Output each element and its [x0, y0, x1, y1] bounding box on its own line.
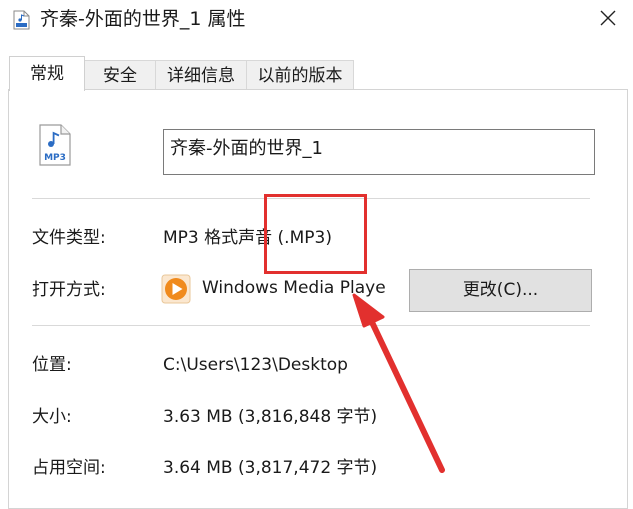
file-name-field[interactable] [163, 129, 595, 175]
opens-with-app: Windows Media Playe [202, 278, 386, 298]
file-type-badge: MP3 [44, 153, 66, 163]
windows-media-player-icon [161, 274, 191, 304]
location-label: 位置: [32, 355, 72, 375]
size-value: 3.63 MB (3,816,848 字节) [163, 407, 378, 427]
tab-general[interactable]: 常规 [9, 56, 85, 91]
tab-details[interactable]: 详细信息 [155, 60, 247, 90]
properties-window: 齐秦-外面的世界_1 属性 常规 安全 详细信息 以前的版本 MP3 文件类型:… [0, 0, 633, 509]
size-label: 大小: [32, 407, 72, 427]
tab-previous-versions[interactable]: 以前的版本 [246, 60, 354, 90]
tab-security[interactable]: 安全 [84, 60, 156, 90]
tab-strip: 常规 安全 详细信息 以前的版本 [0, 56, 633, 91]
size-on-disk-label: 占用空间: [32, 458, 106, 478]
window-title: 齐秦-外面的世界_1 属性 [40, 8, 246, 30]
location-value: C:\Users\123\Desktop [163, 355, 348, 375]
mp3-file-icon [13, 10, 30, 30]
change-button[interactable]: 更改(C)... [409, 269, 592, 312]
size-on-disk-value: 3.64 MB (3,817,472 字节) [163, 458, 378, 478]
annotation-highlight-box [264, 194, 367, 274]
divider [32, 325, 590, 326]
title-bar: 齐秦-外面的世界_1 属性 [0, 0, 633, 40]
mp3-file-icon: MP3 [39, 124, 71, 166]
close-button[interactable] [588, 0, 628, 36]
close-icon [600, 10, 616, 26]
opens-with-label: 打开方式: [32, 280, 106, 300]
file-type-label: 文件类型: [32, 228, 106, 248]
